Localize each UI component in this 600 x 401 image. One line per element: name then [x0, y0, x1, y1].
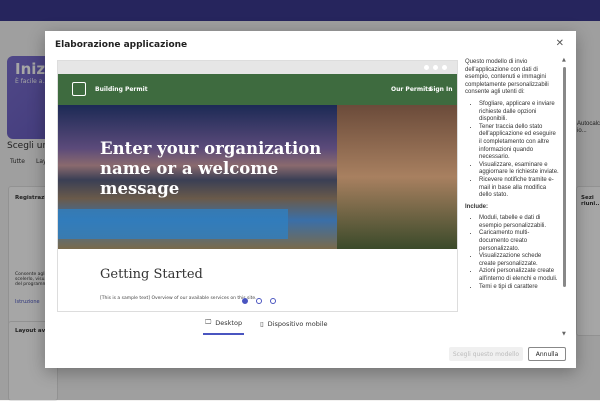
preview-heading: Getting Started — [100, 267, 203, 282]
includes-title: Include: — [465, 203, 489, 210]
list-item: Sfogliare, applicare e inviare richieste… — [479, 101, 559, 124]
preview-brand: Building Permit — [95, 86, 148, 93]
preview-sample-text: [This is a sample text] Overview of our … — [100, 296, 257, 301]
house-image — [337, 105, 457, 249]
page-dot[interactable] — [242, 298, 248, 304]
close-icon[interactable]: ✕ — [556, 38, 564, 49]
preview-nav: Building Permit Our Permits Sign In — [58, 74, 457, 105]
dot-icon — [424, 65, 429, 70]
page-dot[interactable] — [256, 298, 262, 304]
preview-chrome — [58, 61, 457, 74]
dialog-title: Elaborazione applicazione — [55, 40, 188, 50]
template-preview: Building Permit Our Permits Sign In Ente… — [57, 60, 458, 312]
scrollbar-thumb[interactable] — [563, 67, 566, 287]
choose-template-button[interactable]: Scegli questo modello — [449, 347, 523, 361]
tab-mobile[interactable]: ▯ Dispositivo mobile — [258, 317, 329, 335]
tab-desktop[interactable]: 🖵 Desktop — [203, 317, 245, 335]
dot-icon — [442, 65, 447, 70]
phone-icon: ▯ — [260, 319, 264, 328]
list-item: Tener traccia dello stato dell'applicazi… — [479, 124, 559, 162]
hero-text: Enter your organization name or a welcom… — [100, 139, 322, 198]
monitor-icon: 🖵 — [205, 318, 212, 326]
nav-link-signin: Sign In — [429, 86, 453, 93]
list-item: Temi e tipi di carattere — [479, 284, 559, 292]
description-scrollbar[interactable]: ▲ ▼ — [562, 57, 568, 337]
list-item: Caricamento multi-documento creato perso… — [479, 230, 559, 253]
dot-icon — [433, 65, 438, 70]
nav-link-permits: Our Permits — [391, 86, 432, 93]
description-intro: Questo modello di invio dell'applicazion… — [465, 59, 549, 96]
cancel-button[interactable]: Annulla — [528, 347, 566, 361]
list-item: Visualizzazione schede create personaliz… — [479, 253, 559, 268]
tab-label: Dispositivo mobile — [267, 319, 328, 328]
scroll-down-icon[interactable]: ▼ — [562, 331, 566, 337]
view-tabs: 🖵 Desktop ▯ Dispositivo mobile — [203, 317, 329, 335]
page-dot[interactable] — [270, 298, 276, 304]
pool-image — [58, 209, 288, 239]
template-description: Questo modello di invio dell'applicazion… — [465, 59, 559, 339]
building-icon — [72, 82, 86, 96]
list-item: Ricevere notifiche tramite e-mail in bas… — [479, 177, 559, 200]
carousel-pager — [242, 298, 276, 304]
list-item: Visualizzare, esaminare e aggiornare le … — [479, 162, 559, 177]
hero-image: Enter your organization name or a welcom… — [58, 105, 457, 249]
feature-list: Sfogliare, applicare e inviare richieste… — [465, 101, 559, 200]
scroll-up-icon[interactable]: ▲ — [562, 57, 566, 63]
list-item: Moduli, tabelle e dati di esempio person… — [479, 215, 559, 230]
template-dialog: Elaborazione applicazione ✕ Building Per… — [45, 31, 576, 368]
tab-label: Desktop — [215, 318, 243, 327]
includes-list: Moduli, tabelle e dati di esempio person… — [465, 215, 559, 291]
list-item: Azioni personalizzate create all'interno… — [479, 268, 559, 283]
